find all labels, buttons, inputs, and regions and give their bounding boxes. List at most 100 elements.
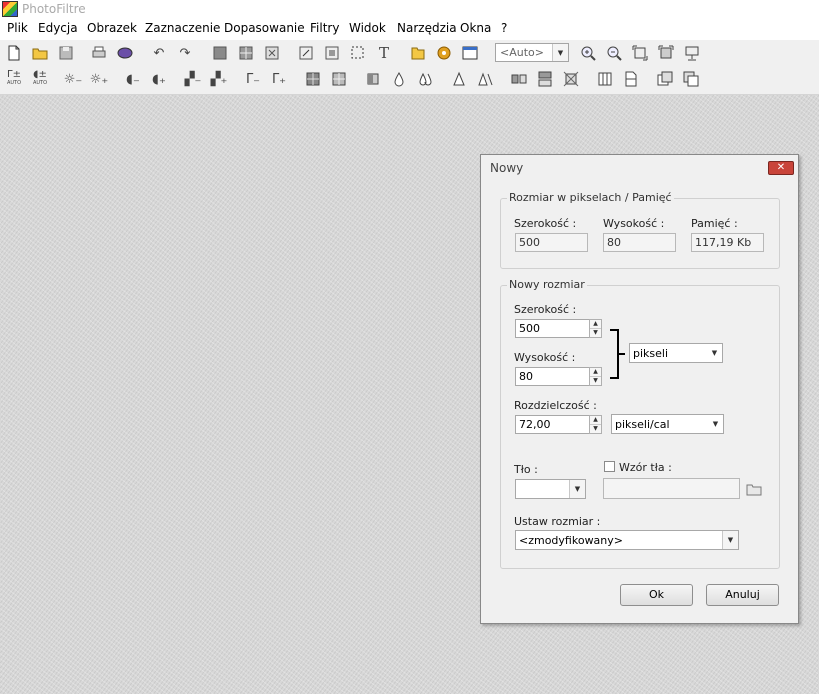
zoom-out-icon[interactable] [604,43,624,63]
aspect-ratio-link-bracket[interactable] [610,329,619,379]
menu-widok[interactable]: Widok [349,21,386,35]
chevron-down-icon: ▼ [722,531,738,549]
pattern-checkbox[interactable] [604,461,615,472]
image-size-icon[interactable] [296,43,316,63]
auto-contrast-icon[interactable]: ◖± AUTO [30,69,50,89]
dialog-title: Nowy [490,161,524,175]
height-input[interactable]: 80 [515,367,590,386]
height-stepper[interactable]: ▲ ▼ [589,367,602,386]
contrast-plus-icon[interactable]: ◖₊ [149,69,169,89]
print-icon[interactable] [89,43,109,63]
preset-size-value: <zmodyfikowany> [519,534,624,547]
redo-icon[interactable]: ↷ [175,43,195,63]
background-color-swatch [518,482,568,496]
explorer-icon[interactable] [408,43,428,63]
sepia-icon[interactable] [329,69,349,89]
flip-vertical-icon[interactable] [535,69,555,89]
brightness-plus-icon[interactable]: ☼₊ [89,69,109,89]
menu-filtry[interactable]: Filtry [310,21,339,35]
width-stepper[interactable]: ▲ ▼ [589,319,602,338]
memory-label: Pamięć : [691,217,738,230]
resolution-input[interactable]: 72,00 [515,415,590,434]
menu-help[interactable]: ? [501,21,507,35]
chevron-down-icon: ▼ [707,344,722,362]
open-folder-icon[interactable] [30,43,50,63]
blur-more-icon[interactable] [415,69,435,89]
resolution-stepper[interactable]: ▲ ▼ [589,415,602,434]
background-label: Tło : [514,463,538,476]
preset-size-select[interactable]: <zmodyfikowany> ▼ [515,530,739,550]
save-icon[interactable] [56,43,76,63]
menu-edycja[interactable]: Edycja [38,21,78,35]
resolution-unit-value: pikseli/cal [615,418,670,431]
fullscreen-icon[interactable] [682,43,702,63]
saturation-minus-icon[interactable]: ▞₋ [183,69,203,89]
aspect-ratio-link-tick [619,353,625,355]
current-height-value: 80 [603,233,676,252]
fill-color-icon[interactable] [210,43,230,63]
undo-icon[interactable]: ↶ [149,43,169,63]
close-icon[interactable]: ✕ [768,161,794,175]
width-label: Szerokość : [514,303,577,316]
zoom-select[interactable]: <Auto> ▼ [495,43,569,62]
background-color-select[interactable]: ▼ [515,479,586,499]
frame-icon[interactable] [595,69,615,89]
current-width-value: 500 [515,233,588,252]
flip-horizontal-icon[interactable] [509,69,529,89]
open-folder-icon[interactable] [744,479,764,499]
menu-plik[interactable]: Plik [7,21,28,35]
cancel-button[interactable]: Anuluj [706,584,779,606]
blur-icon[interactable] [389,69,409,89]
new-size-label: Nowy rozmiar [507,278,587,291]
preset-size-label: Ustaw rozmiar : [514,515,601,528]
text-tool-icon[interactable]: T [374,43,394,63]
automation-gear-icon[interactable] [434,43,454,63]
selection-icon[interactable] [348,43,368,63]
brightness-minus-icon[interactable]: ☼₋ [63,69,83,89]
app-logo-icon [2,1,18,17]
pattern-label: Wzór tła : [619,461,672,474]
auto-levels-icon[interactable]: Γ± AUTO [4,69,24,89]
width-input[interactable]: 500 [515,319,590,338]
pixel-size-memory-label: Rozmiar w pikselach / Pamięć [507,191,674,204]
zoom-value: <Auto> [500,46,544,59]
menu-zaznaczenie[interactable]: Zaznaczenie [145,21,220,35]
scan-icon[interactable] [115,43,135,63]
menu-okna[interactable]: Okna [460,21,491,35]
page-icon[interactable] [621,69,641,89]
fit-window-icon[interactable] [656,43,676,63]
window-icon[interactable] [460,43,480,63]
antialias-icon[interactable] [363,69,383,89]
gamma-plus-icon[interactable]: Γ₊ [269,69,289,89]
ok-button[interactable]: Ok [620,584,693,606]
chevron-down-icon: ▼ [708,415,723,433]
sharpen-more-icon[interactable] [475,69,495,89]
pattern-path-input [603,478,740,499]
zoom-in-icon[interactable] [578,43,598,63]
resolution-unit-select[interactable]: pikseli/cal ▼ [611,414,724,434]
menu-obrazek[interactable]: Obrazek [87,21,137,35]
new-file-icon[interactable] [4,43,24,63]
sharpen-icon[interactable] [449,69,469,89]
size-unit-select[interactable]: pikseli ▼ [629,343,723,363]
gamma-minus-icon[interactable]: Γ₋ [243,69,263,89]
grayscale-icon[interactable] [303,69,323,89]
menu-bar: Plik Edycja Obrazek Zaznaczenie Dopasowa… [0,18,819,40]
image-export-icon[interactable] [681,69,701,89]
rotate-icon[interactable] [561,69,581,89]
actual-size-icon[interactable] [630,43,650,63]
main-toolbar: ↶ ↷ T <Auto> ▼ [0,40,819,66]
memory-value: 117,19 Kb [691,233,764,252]
transparency-icon[interactable] [262,43,282,63]
menu-dopasowanie[interactable]: Dopasowanie [224,21,305,35]
image-import-icon[interactable] [655,69,675,89]
menu-narzedzia[interactable]: Narzędzia [397,21,457,35]
grid-icon[interactable] [236,43,256,63]
contrast-minus-icon[interactable]: ◖₋ [123,69,143,89]
saturation-plus-icon[interactable]: ▞₊ [209,69,229,89]
canvas-size-icon[interactable] [322,43,342,63]
chevron-down-icon: ▼ [569,480,585,498]
chevron-down-icon: ▼ [552,44,568,61]
resolution-label: Rozdzielczość : [514,399,597,412]
current-width-label: Szerokość : [514,217,577,230]
